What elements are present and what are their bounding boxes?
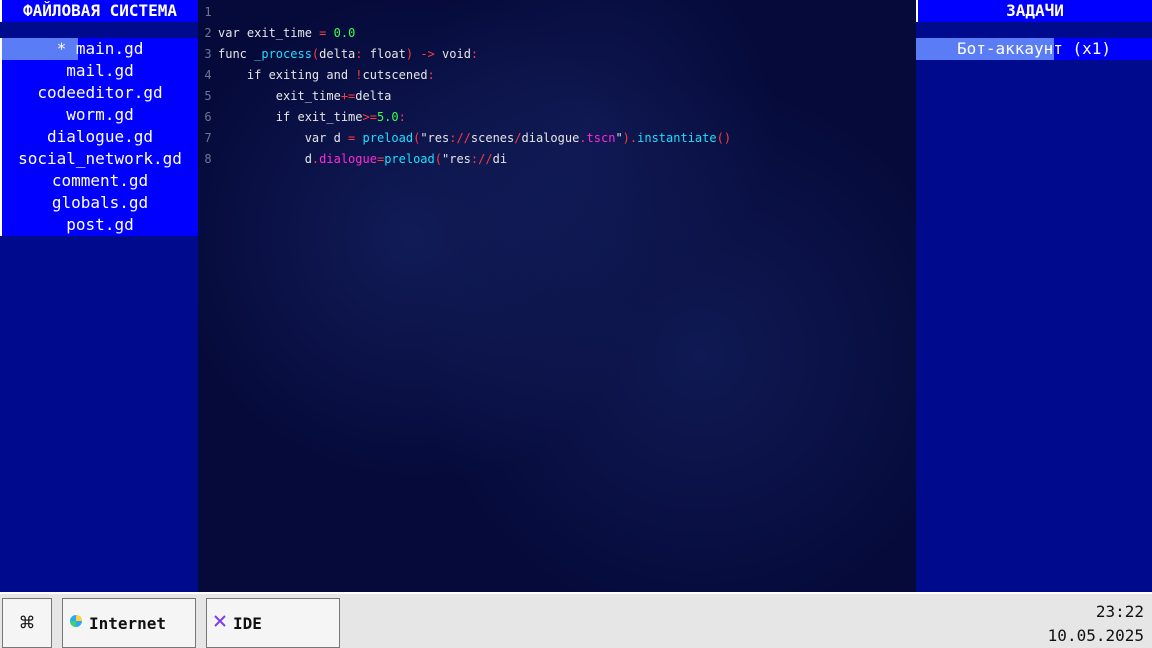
- code-token: float: [362, 47, 406, 61]
- taskbar-app-label: IDE: [233, 613, 262, 633]
- taskbar-app-internet[interactable]: Internet: [62, 598, 196, 648]
- clock: 23:22 10.05.2025: [1048, 600, 1144, 648]
- code-token: !: [355, 68, 363, 82]
- code-token: delta: [319, 47, 356, 61]
- code-token: (): [716, 131, 732, 145]
- code-token: "res: [420, 131, 450, 145]
- file-list: * main.gd mail.gd codeeditor.gd worm.gd …: [0, 38, 198, 236]
- code-line[interactable]: 1: [198, 2, 218, 23]
- file-item-label: social_network.gd: [18, 149, 182, 168]
- code-token: 5.0: [376, 110, 399, 124]
- file-item-label: codeeditor.gd: [37, 83, 163, 102]
- code-token: /: [514, 131, 522, 145]
- code-line[interactable]: 4 if exiting and !cutscened:: [198, 65, 435, 86]
- file-item-label: mail.gd: [66, 61, 134, 80]
- code-token: "res: [442, 152, 471, 166]
- tasks-panel: ЗАДАЧИ Бот-аккаунт (x1): [916, 0, 1152, 592]
- code-line[interactable]: 7 var d = preload("res://scenes/dialogue…: [198, 128, 731, 149]
- code-token: :: [470, 47, 479, 61]
- tasks-title: ЗАДАЧИ: [916, 0, 1152, 22]
- file-item-label: * main.gd: [56, 39, 144, 58]
- file-item-codeeditor[interactable]: codeeditor.gd: [0, 82, 198, 104]
- line-number: 3: [204, 47, 212, 61]
- file-system-title: ФАЙЛОВАЯ СИСТЕМА: [0, 0, 198, 22]
- file-item-label: comment.gd: [51, 171, 149, 190]
- file-system-panel: ФАЙЛОВАЯ СИСТЕМА * main.gd mail.gd codee…: [0, 0, 198, 592]
- task-item-bot-account[interactable]: Бот-аккаунт (x1): [916, 38, 1152, 60]
- line-number: 4: [204, 68, 212, 82]
- file-item-social-network[interactable]: social_network.gd: [0, 148, 198, 170]
- line-number: 6: [204, 110, 212, 124]
- taskbar: ⌘ Internet IDE 23:22 10.05.2025: [0, 592, 1152, 648]
- code-token: .: [579, 131, 587, 145]
- line-number: 2: [204, 26, 212, 40]
- code-token: :: [427, 68, 435, 82]
- code-token: void: [434, 47, 471, 61]
- clock-date: 10.05.2025: [1047, 626, 1144, 645]
- taskbar-app-ide[interactable]: IDE: [206, 598, 340, 648]
- line-number: 7: [204, 131, 212, 145]
- line-number: 1: [204, 5, 212, 19]
- code-token: preload: [384, 152, 435, 166]
- code-token: dialogue: [521, 131, 580, 145]
- command-icon: ⌘: [19, 609, 35, 637]
- code-token: _process: [254, 47, 312, 61]
- line-number: 5: [204, 89, 212, 103]
- code-token: scenes: [470, 131, 515, 145]
- code-token: (: [434, 152, 442, 166]
- code-line[interactable]: 3 func _process(delta: float) -> void:: [198, 44, 478, 65]
- file-item-post[interactable]: post.gd: [0, 214, 198, 236]
- code-line[interactable]: 2 var exit_time = 0.0: [198, 23, 355, 44]
- code-token: dialogue: [319, 152, 377, 166]
- code-token: :: [355, 47, 363, 61]
- taskbar-app-label: Internet: [89, 613, 167, 633]
- code-token: tscn: [586, 131, 616, 145]
- code-token: +=: [340, 89, 356, 103]
- globe-icon: [67, 614, 85, 632]
- start-button[interactable]: ⌘: [2, 598, 52, 648]
- code-line[interactable]: 8 d.dialogue=preload("res://di: [198, 149, 507, 170]
- file-item-dialogue[interactable]: dialogue.gd: [0, 126, 198, 148]
- code-token: if exiting and: [218, 68, 356, 82]
- line-number: 8: [204, 152, 212, 166]
- code-token: di: [492, 152, 508, 166]
- file-item-worm[interactable]: worm.gd: [0, 104, 198, 126]
- code-token: d: [218, 152, 312, 166]
- task-item-label: Бот-аккаунт (x1): [956, 39, 1112, 58]
- file-item-label: globals.gd: [51, 193, 149, 212]
- code-token: ).: [622, 131, 638, 145]
- code-token: ": [615, 131, 623, 145]
- file-item-main[interactable]: * main.gd: [0, 38, 198, 60]
- code-editor[interactable]: 1 2 var exit_time = 0.0 3 func _process(delt…: [198, 0, 916, 592]
- code-token: >=: [362, 110, 377, 124]
- clock-time: 23:22: [1095, 602, 1144, 621]
- ide-icon: [211, 614, 229, 632]
- code-token: cutscened: [362, 68, 428, 82]
- code-token: func: [218, 47, 255, 61]
- code-token: instantiate: [637, 131, 717, 145]
- file-item-label: worm.gd: [66, 105, 134, 124]
- code-token: ://: [449, 131, 471, 145]
- file-item-label: dialogue.gd: [47, 127, 153, 146]
- code-token: :: [398, 110, 406, 124]
- code-token: ->: [413, 47, 435, 61]
- file-item-label: post.gd: [66, 215, 134, 234]
- code-token: preload: [355, 131, 414, 145]
- code-token: exit_time: [218, 89, 341, 103]
- file-item-globals[interactable]: globals.gd: [0, 192, 198, 214]
- code-token: ://: [470, 152, 493, 166]
- file-item-comment[interactable]: comment.gd: [0, 170, 198, 192]
- code-token: var exit_time: [218, 26, 320, 40]
- file-item-mail[interactable]: mail.gd: [0, 60, 198, 82]
- code-line[interactable]: 5 exit_time+=delta: [198, 86, 391, 107]
- code-token: delta: [355, 89, 392, 103]
- code-line[interactable]: 6 if exit_time>=5.0:: [198, 107, 406, 128]
- code-token: var d: [218, 131, 349, 145]
- code-token: if exit_time: [218, 110, 363, 124]
- code-token: 0.0: [326, 26, 356, 40]
